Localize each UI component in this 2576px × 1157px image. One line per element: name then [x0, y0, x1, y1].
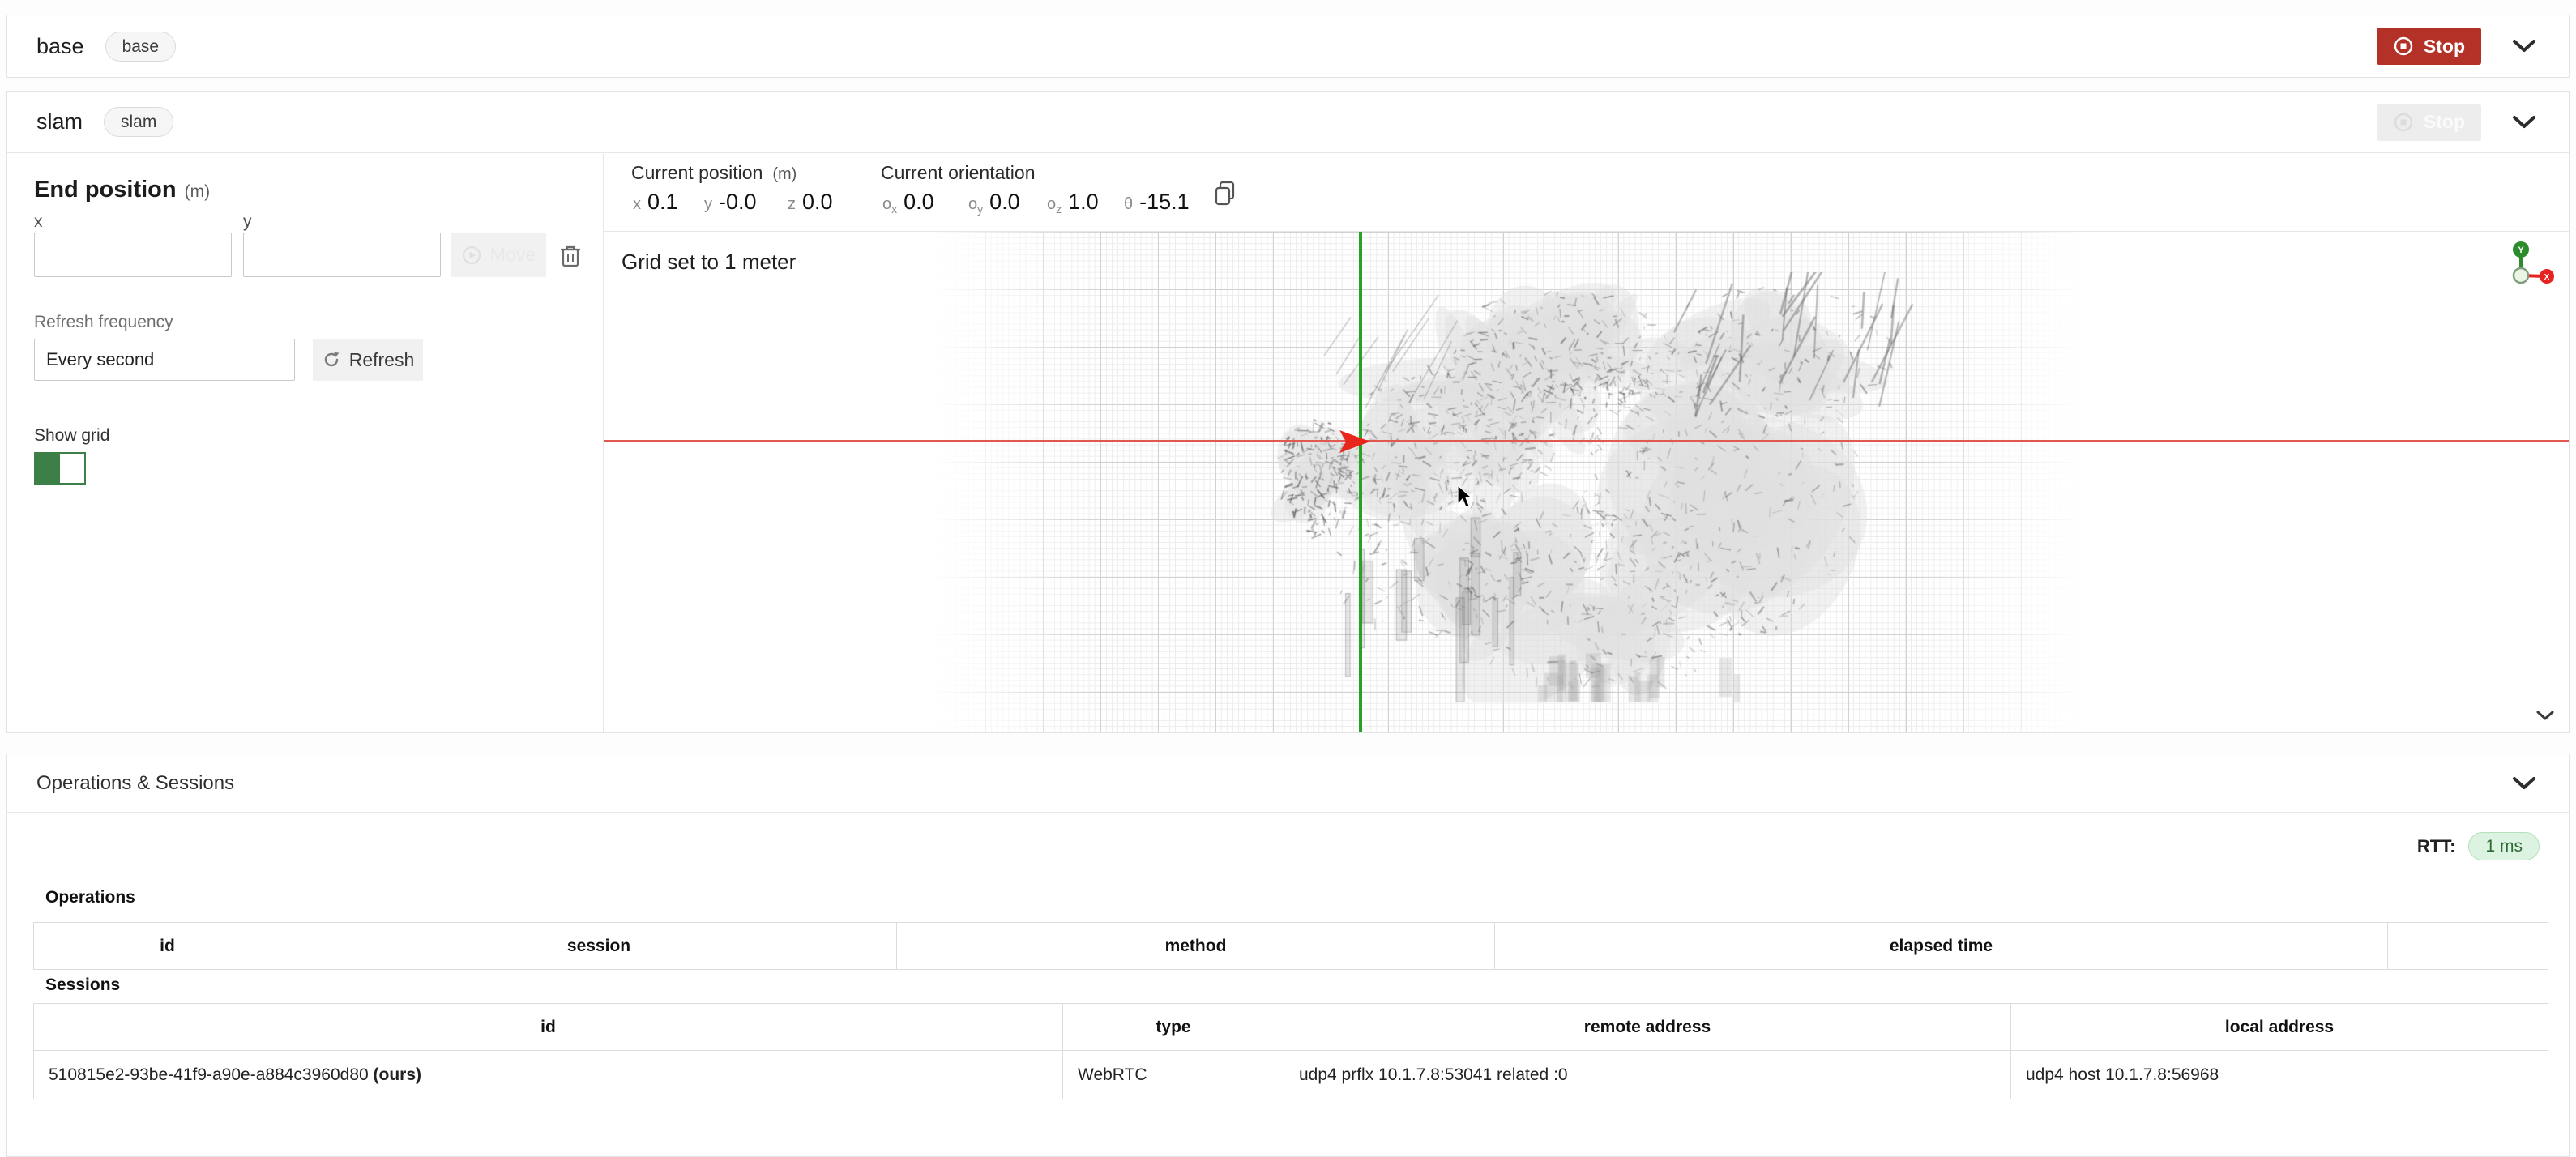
operations-heading: Operations: [45, 888, 135, 907]
position-y-value: y-0.0: [704, 190, 757, 215]
operations-table: id session method elapsed time: [33, 922, 2548, 970]
refresh-button-label: Refresh: [349, 349, 415, 371]
operations-header-row: id session method elapsed time: [34, 923, 2548, 970]
slam-map-canvas[interactable]: Grid set to 1 meter Y X: [604, 232, 2569, 732]
robot-pose-arrow: [1336, 429, 1372, 455]
current-orientation-title: Current orientation: [881, 162, 1036, 183]
slam-type-chip: slam: [104, 107, 173, 137]
base-collapse-button[interactable]: [2509, 36, 2540, 57]
operations-col-elapsed-time: elapsed time: [1495, 923, 2388, 970]
refresh-icon: [322, 350, 341, 369]
sessions-col-id: id: [34, 1004, 1063, 1051]
orientation-theta-value: θ-15.1: [1124, 190, 1190, 215]
x-field-label: x: [34, 212, 43, 232]
slam-stop-label: Stop: [2424, 111, 2465, 133]
grid-scale-note: Grid set to 1 meter: [622, 250, 796, 275]
sessions-header-row: id type remote address local address: [34, 1004, 2548, 1051]
session-id: 510815e2-93be-41f9-a90e-a884c3960d80: [49, 1065, 369, 1084]
rtt-label: RTT:: [2417, 836, 2456, 857]
refresh-frequency-select[interactable]: [34, 339, 295, 381]
chevron-down-icon: [2536, 711, 2554, 721]
move-button-label: Move: [490, 244, 536, 266]
base-stop-label: Stop: [2424, 36, 2465, 58]
refresh-frequency-label: Refresh frequency: [34, 313, 173, 332]
slam-panel: slam slam Stop End positi: [6, 91, 2570, 733]
play-circle-icon: [461, 245, 482, 266]
chevron-down-icon: [2512, 115, 2536, 130]
chevron-down-icon: [2512, 776, 2536, 791]
map-axes-widget[interactable]: Y X: [2506, 238, 2558, 292]
session-id-ours-tag: (ours): [374, 1065, 422, 1084]
operations-col-session: session: [301, 923, 897, 970]
stop-circle-icon: [2393, 112, 2414, 133]
end-position-y-input[interactable]: [243, 233, 441, 277]
slam-collapse-button[interactable]: [2509, 112, 2540, 133]
copy-pose-button[interactable]: [1213, 180, 1237, 207]
map-x-axis-line: [604, 440, 2569, 442]
slam-map-region: Current position (m) x0.1 y-0.0 z0.0 Curr…: [604, 154, 2569, 732]
base-type-chip: base: [105, 32, 177, 62]
orientation-ox-value: ox0.0: [882, 190, 934, 216]
copy-icon: [1213, 180, 1237, 207]
session-type-cell: WebRTC: [1063, 1051, 1284, 1099]
orientation-oy-value: oy0.0: [968, 190, 1020, 216]
end-position-x-input[interactable]: [34, 233, 232, 277]
sessions-col-remote-address: remote address: [1284, 1004, 2011, 1051]
end-position-unit: (m): [185, 182, 210, 201]
show-grid-toggle[interactable]: [34, 452, 86, 485]
current-position-heading: Current position (m): [631, 162, 797, 184]
toggle-on-segment: [36, 454, 60, 483]
base-panel-header: base base Stop: [7, 15, 2569, 77]
map-expand-button[interactable]: [2536, 711, 2554, 721]
slam-stop-button-disabled[interactable]: Stop: [2377, 104, 2481, 141]
slam-controls-column: End position (m) x y Move: [7, 154, 604, 732]
sessions-table: id type remote address local address 510…: [33, 1003, 2548, 1099]
operations-collapse-button[interactable]: [2509, 773, 2540, 794]
axis-y-label: Y: [2518, 245, 2524, 255]
position-x-value: x0.1: [633, 190, 678, 215]
trash-icon: [558, 243, 583, 269]
operations-panel-header: Operations & Sessions: [7, 754, 2569, 813]
chevron-down-icon: [2512, 39, 2536, 53]
operations-sessions-panel: Operations & Sessions RTT: 1 ms Operatio…: [6, 754, 2570, 1157]
base-panel-title: base: [36, 34, 84, 59]
sessions-col-type: type: [1063, 1004, 1284, 1051]
show-grid-label: Show grid: [34, 426, 109, 446]
move-button-disabled[interactable]: Move: [451, 233, 546, 277]
session-remote-address-cell: udp4 prflx 10.1.7.8:53041 related :0: [1284, 1051, 2011, 1099]
end-position-title: End position: [34, 177, 177, 203]
rtt-value-badge: 1 ms: [2468, 832, 2540, 860]
delete-end-position-button[interactable]: [558, 243, 583, 269]
y-field-label: y: [243, 212, 252, 232]
orientation-oz-value: oz1.0: [1047, 190, 1099, 216]
refresh-button[interactable]: Refresh: [313, 339, 423, 381]
end-position-heading: End position (m): [34, 177, 210, 203]
axis-x-label: X: [2544, 273, 2550, 282]
current-position-title: Current position: [631, 162, 763, 183]
base-panel: base base Stop: [6, 15, 2570, 78]
operations-col-actions: [2388, 923, 2548, 970]
mouse-cursor: [1456, 485, 1474, 509]
pose-readout-strip: Current position (m) x0.1 y-0.0 z0.0 Curr…: [604, 154, 2569, 232]
sessions-col-local-address: local address: [2011, 1004, 2548, 1051]
rtt-readout: RTT: 1 ms: [2417, 832, 2540, 860]
operations-panel-title: Operations & Sessions: [36, 772, 234, 795]
map-y-axis-line: [1359, 232, 1362, 732]
slam-pointcloud: [1268, 272, 1981, 702]
session-id-cell: 510815e2-93be-41f9-a90e-a884c3960d80 (ou…: [34, 1051, 1063, 1099]
session-local-address-cell: udp4 host 10.1.7.8:56968: [2011, 1051, 2548, 1099]
current-position-unit: (m): [772, 165, 797, 183]
sessions-heading: Sessions: [45, 976, 120, 995]
stop-circle-icon: [2393, 36, 2414, 57]
operations-col-method: method: [897, 923, 1495, 970]
operations-col-id: id: [34, 923, 301, 970]
slam-panel-title: slam: [36, 109, 83, 134]
position-z-value: z0.0: [788, 190, 833, 215]
base-stop-button[interactable]: Stop: [2377, 28, 2481, 65]
slam-panel-header: slam slam Stop: [7, 92, 2569, 153]
session-row: 510815e2-93be-41f9-a90e-a884c3960d80 (ou…: [34, 1051, 2548, 1099]
robot-control-page: base base Stop slam slam: [0, 0, 2576, 1157]
current-orientation-heading: Current orientation: [881, 162, 1036, 184]
